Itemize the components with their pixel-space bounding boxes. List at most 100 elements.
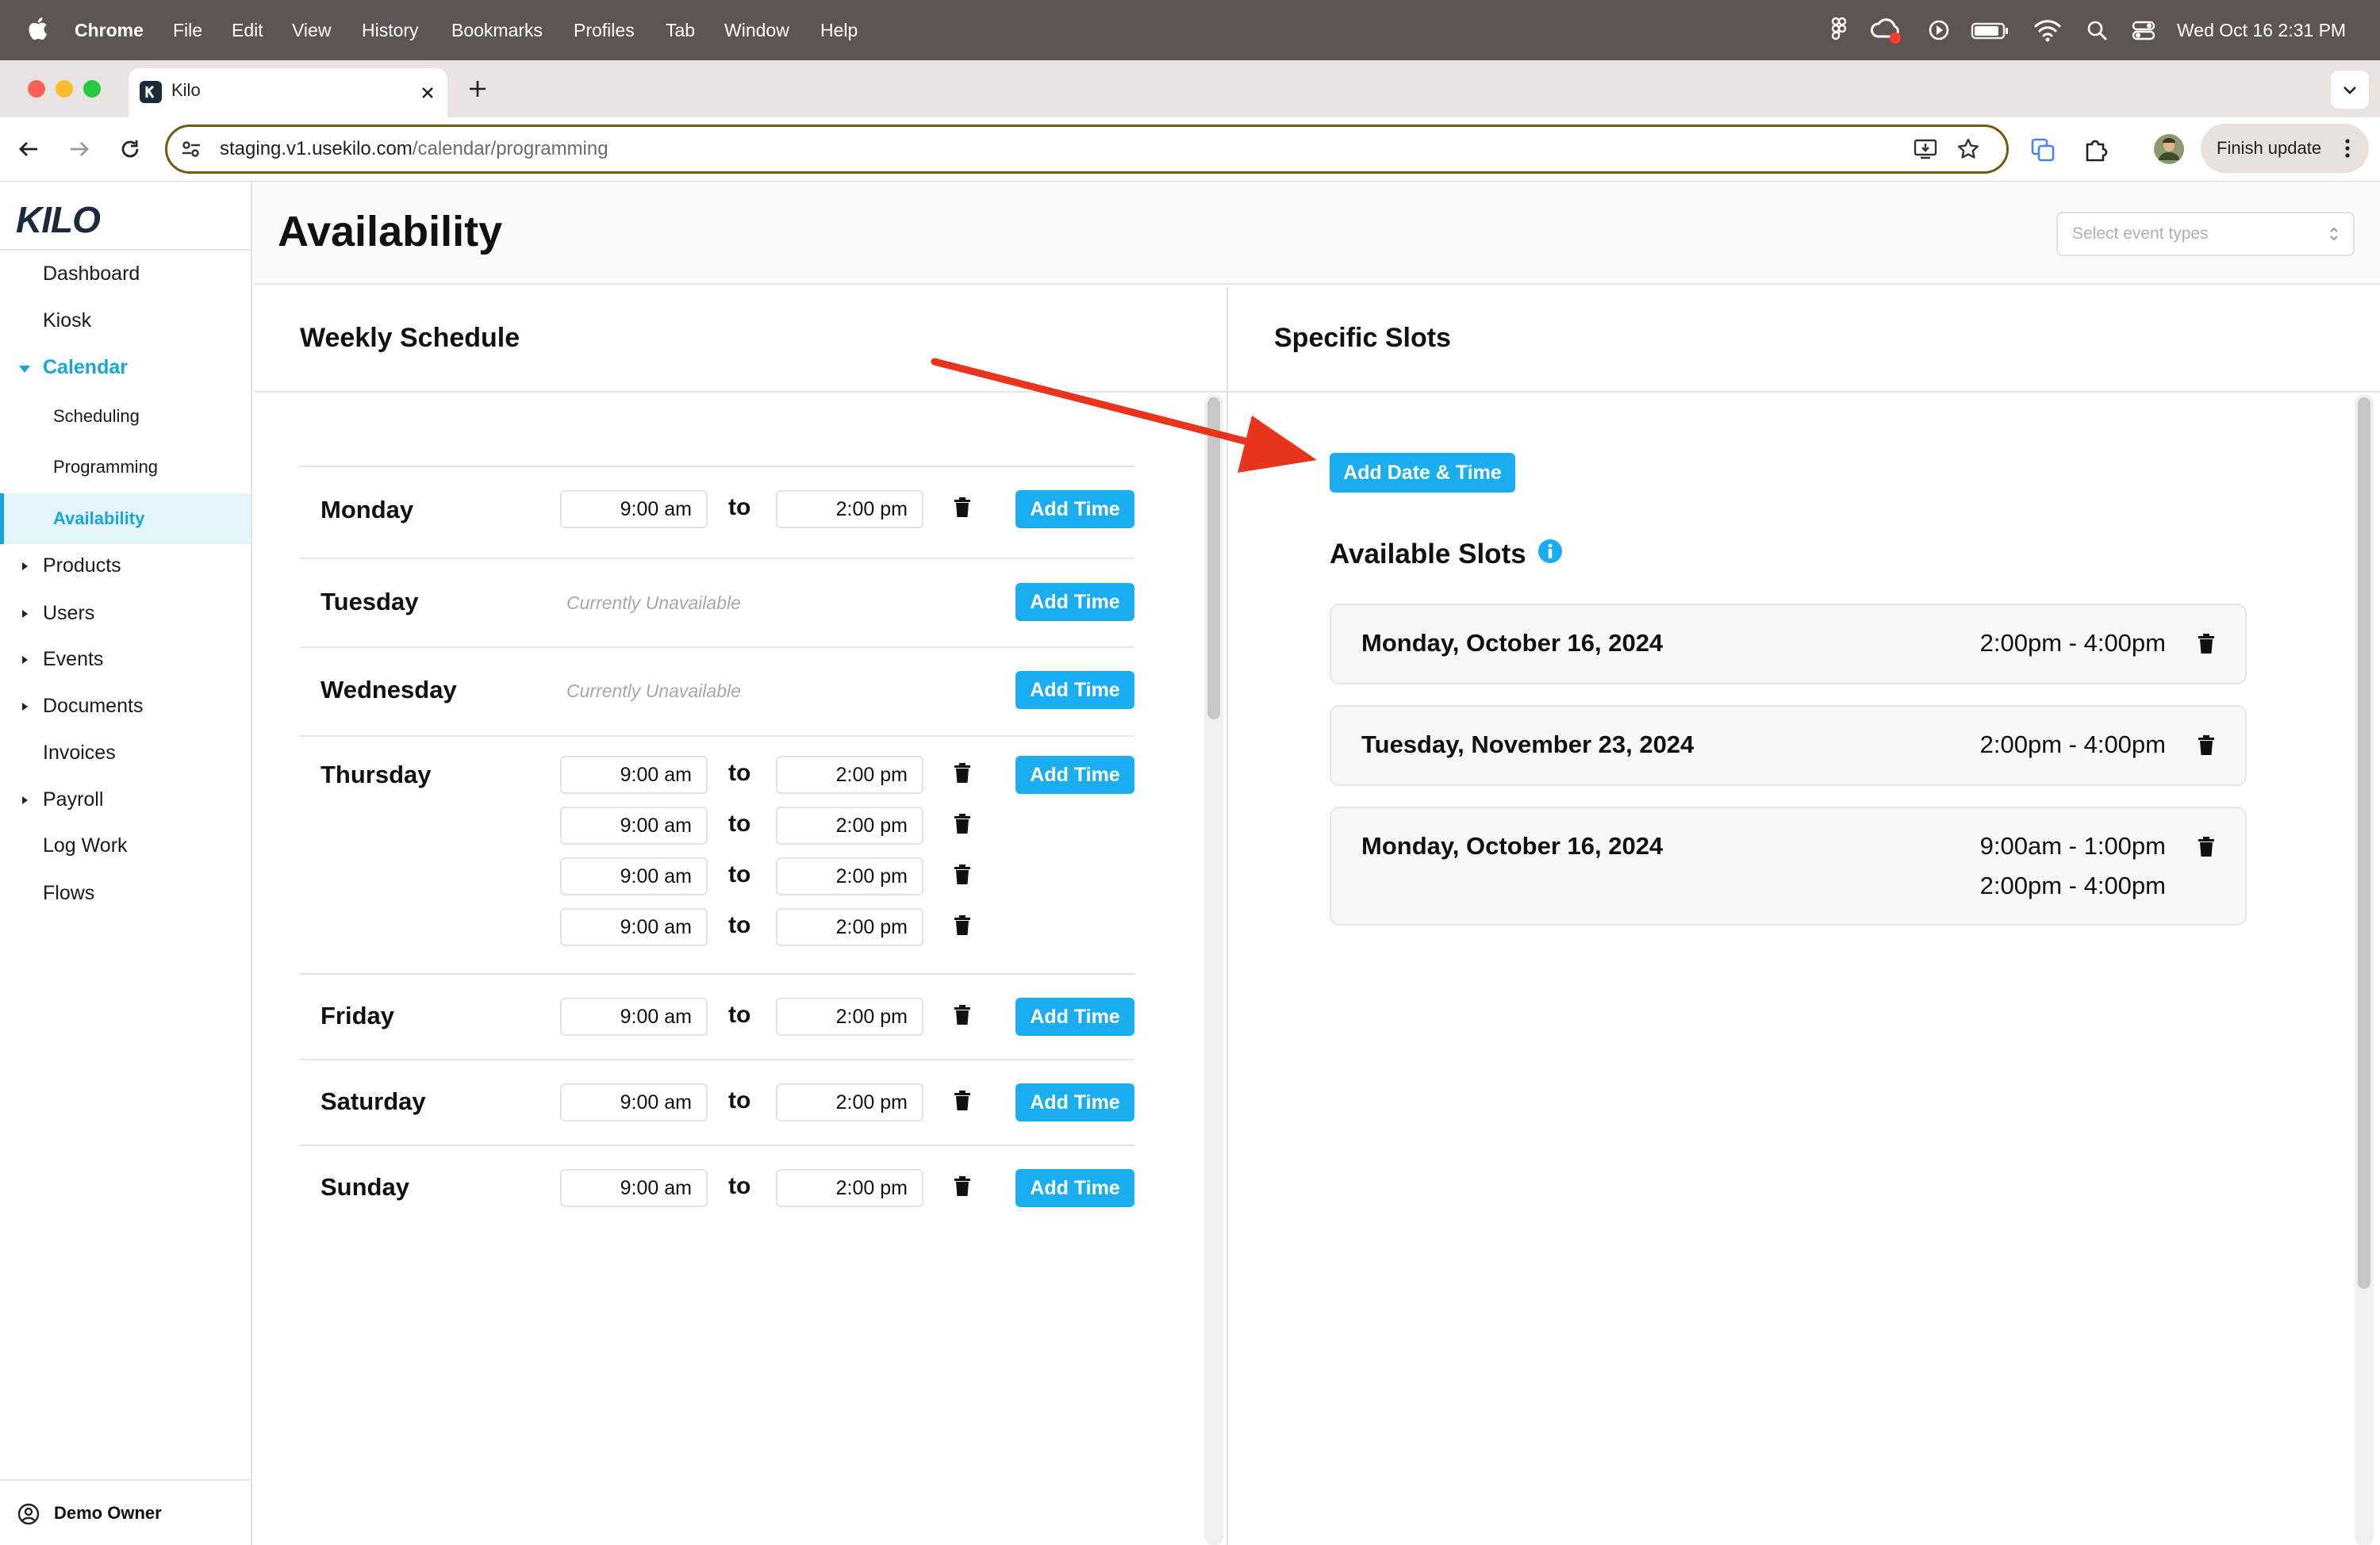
thursday-end-time-input[interactable]: 2:00 pm	[776, 756, 923, 794]
menu-file[interactable]: File	[173, 0, 202, 60]
spotlight-search-icon[interactable]	[2086, 15, 2109, 45]
trash-icon[interactable]	[954, 914, 971, 936]
profile-avatar-icon[interactable]	[2153, 133, 2185, 165]
sunday-add-time-button[interactable]: Add Time	[1015, 1169, 1134, 1207]
play-circle-icon[interactable]	[1927, 15, 1951, 45]
reload-icon[interactable]	[117, 136, 143, 162]
event-types-select[interactable]: Select event types	[2056, 212, 2355, 256]
sidebar-item-scheduling[interactable]: Scheduling	[0, 394, 251, 439]
tab-close-icon[interactable]	[419, 84, 436, 102]
site-settings-icon[interactable]	[180, 139, 202, 159]
window-close-button[interactable]	[28, 80, 45, 98]
tuesday-add-time-button[interactable]: Add Time	[1015, 583, 1134, 621]
saturday-end-time-input[interactable]: 2:00 pm	[776, 1083, 923, 1121]
extension-copy-icon[interactable]	[2029, 136, 2056, 163]
apple-icon[interactable]	[27, 16, 48, 41]
tab-search-button[interactable]	[2331, 71, 2369, 109]
new-tab-icon[interactable]	[466, 78, 489, 100]
install-app-icon[interactable]	[1913, 137, 1938, 161]
to-label: to	[728, 1002, 751, 1028]
specific-scrollbar[interactable]	[2355, 394, 2374, 1545]
menu-history[interactable]: History	[362, 0, 419, 60]
thursday-add-time-button[interactable]: Add Time	[1015, 756, 1134, 794]
address-bar[interactable]: staging.v1.usekilo.com/calendar/programm…	[165, 125, 2009, 174]
available-slot-card[interactable]: Monday, October 16, 2024 9:00am - 1:00pm…	[1330, 807, 2247, 926]
trash-icon[interactable]	[954, 1089, 971, 1111]
monday-end-time-input[interactable]: 2:00 pm	[776, 490, 923, 528]
friday-start-time-input[interactable]: 9:00 am	[560, 998, 708, 1036]
figma-icon[interactable]	[1830, 15, 1848, 44]
sidebar-item-users[interactable]: Users	[0, 591, 251, 635]
menubar-clock[interactable]: Wed Oct 16 2:31 PM	[2177, 0, 2346, 60]
thursday-start-time-input[interactable]: 9:00 am	[560, 908, 708, 946]
trash-icon[interactable]	[2198, 632, 2215, 654]
monday-start-time-input[interactable]: 9:00 am	[560, 490, 708, 528]
menu-window[interactable]: Window	[724, 0, 789, 60]
monday-add-time-button[interactable]: Add Time	[1015, 490, 1134, 528]
sidebar-item-invoices[interactable]: Invoices	[0, 730, 251, 775]
thursday-end-time-input[interactable]: 2:00 pm	[776, 908, 923, 946]
url-text[interactable]: staging.v1.usekilo.com/calendar/programm…	[220, 127, 608, 171]
thursday-start-time-input[interactable]: 9:00 am	[560, 857, 708, 895]
wednesday-add-time-button[interactable]: Add Time	[1015, 671, 1134, 709]
saturday-start-time-input[interactable]: 9:00 am	[560, 1083, 708, 1121]
sidebar-item-payroll[interactable]: Payroll	[0, 777, 251, 822]
trash-icon[interactable]	[954, 496, 971, 518]
trash-icon[interactable]	[954, 761, 971, 784]
sidebar-item-flows[interactable]: Flows	[0, 871, 251, 915]
trash-icon[interactable]	[2198, 835, 2215, 857]
bookmark-star-icon[interactable]	[1956, 136, 1981, 162]
creative-cloud-icon[interactable]	[1871, 15, 1902, 45]
user-profile-button[interactable]: Demo Owner	[0, 1479, 251, 1545]
trash-icon[interactable]	[954, 1175, 971, 1197]
caret-right-icon	[22, 703, 28, 711]
sidebar-item-dashboard[interactable]: Dashboard	[0, 251, 251, 296]
available-slot-card[interactable]: Tuesday, November 23, 2024 2:00pm - 4:00…	[1330, 705, 2247, 786]
thursday-start-time-input[interactable]: 9:00 am	[560, 807, 708, 845]
browser-tab-kilo[interactable]: Kilo	[129, 68, 447, 117]
menu-edit[interactable]: Edit	[232, 0, 263, 60]
friday-add-time-button[interactable]: Add Time	[1015, 998, 1134, 1036]
thursday-end-time-input[interactable]: 2:00 pm	[776, 807, 923, 845]
available-slot-card[interactable]: Monday, October 16, 2024 2:00pm - 4:00pm	[1330, 604, 2247, 684]
sidebar-item-kiosk[interactable]: Kiosk	[0, 298, 251, 343]
window-minimize-button[interactable]	[56, 80, 73, 98]
extensions-puzzle-icon[interactable]	[2082, 135, 2110, 163]
menu-profiles[interactable]: Profiles	[574, 0, 635, 60]
window-zoom-button[interactable]	[83, 80, 101, 98]
specific-scrollbar-thumb[interactable]	[2358, 397, 2370, 1289]
kilo-favicon-icon	[140, 81, 162, 103]
menu-app-name[interactable]: Chrome	[75, 0, 144, 60]
sidebar-item-documents[interactable]: Documents	[0, 684, 251, 728]
menu-bookmarks[interactable]: Bookmarks	[451, 0, 543, 60]
add-date-time-button[interactable]: Add Date & Time	[1330, 453, 1515, 493]
trash-icon[interactable]	[2198, 734, 2215, 756]
battery-icon[interactable]	[1971, 15, 2010, 45]
sidebar-item-log-work[interactable]: Log Work	[0, 823, 251, 868]
sidebar-item-availability[interactable]: Availability	[0, 493, 251, 544]
wifi-icon[interactable]	[2033, 15, 2062, 45]
trash-icon[interactable]	[954, 812, 971, 834]
sunday-end-time-input[interactable]: 2:00 pm	[776, 1169, 923, 1207]
trash-icon[interactable]	[954, 863, 971, 885]
thursday-start-time-input[interactable]: 9:00 am	[560, 756, 708, 794]
trash-icon[interactable]	[954, 1003, 971, 1026]
weekly-scrollbar[interactable]	[1204, 394, 1223, 1545]
thursday-end-time-input[interactable]: 2:00 pm	[776, 857, 923, 895]
saturday-add-time-button[interactable]: Add Time	[1015, 1083, 1134, 1121]
sidebar-item-programming[interactable]: Programming	[0, 445, 251, 489]
control-center-icon[interactable]	[2131, 15, 2156, 45]
menu-tab[interactable]: Tab	[666, 0, 695, 60]
back-arrow-icon[interactable]	[16, 136, 41, 162]
forward-arrow-icon[interactable]	[67, 136, 92, 162]
info-icon[interactable]	[1537, 539, 1563, 564]
menu-help[interactable]: Help	[820, 0, 858, 60]
finish-update-button[interactable]: Finish update	[2201, 124, 2369, 173]
sidebar-item-calendar[interactable]: Calendar	[0, 345, 251, 389]
sunday-start-time-input[interactable]: 9:00 am	[560, 1169, 708, 1207]
sidebar-item-events[interactable]: Events	[0, 637, 251, 681]
friday-end-time-input[interactable]: 2:00 pm	[776, 998, 923, 1036]
sidebar-item-products[interactable]: Products	[0, 543, 251, 588]
kilo-logo[interactable]: KILO	[16, 196, 101, 243]
menu-view[interactable]: View	[292, 0, 331, 60]
